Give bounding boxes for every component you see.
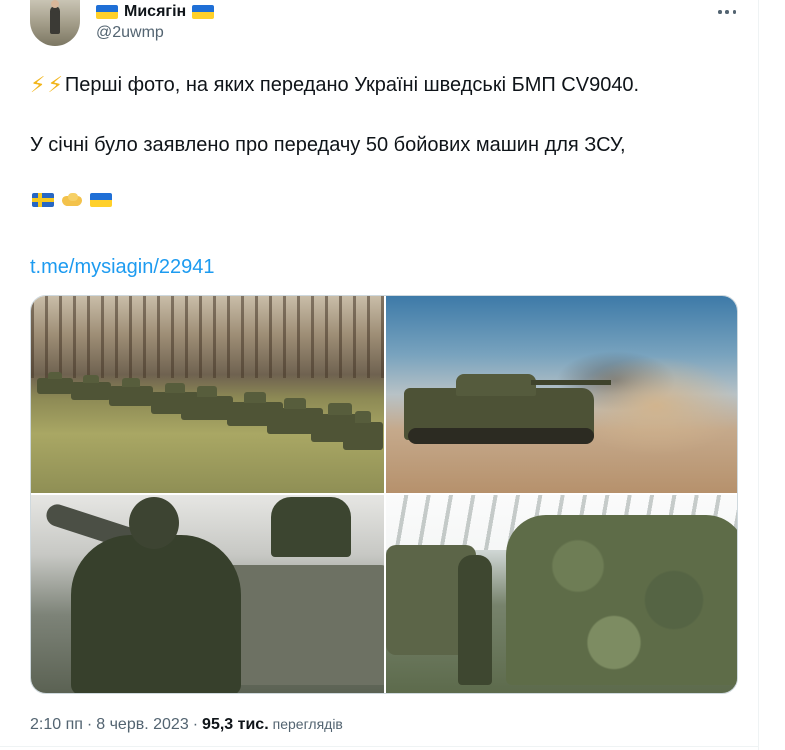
handshake-icon (60, 192, 84, 208)
vehicle-shape (37, 371, 73, 394)
author-handle[interactable]: @2uwmp (96, 24, 164, 42)
tweet-line-1-text: Перші фото, на яких передано Україні шве… (64, 74, 640, 96)
meta-separator: · (192, 716, 199, 733)
forest-background (31, 296, 384, 378)
media-grid (30, 295, 738, 694)
dust-cloud (571, 356, 737, 456)
column-divider (758, 0, 759, 750)
ukraine-flag-icon (192, 5, 215, 19)
tweet-date[interactable]: 8 черв. 2023 (96, 716, 188, 734)
tweet-meta: 2:10 пп · 8 черв. 2023 · 95,3 тис. перег… (30, 716, 343, 734)
lightning-icon: ⚡ (30, 72, 46, 97)
ukraine-flag-icon (96, 5, 118, 19)
vehicle-shape (109, 378, 153, 406)
vehicle-gun (531, 380, 611, 385)
soldier-figure (71, 535, 241, 693)
photo-soldier[interactable] (31, 495, 384, 693)
more-dot-icon (725, 10, 729, 14)
views-label[interactable]: переглядів (273, 716, 343, 732)
avatar-figure (50, 6, 60, 34)
camouflaged-vehicle (506, 515, 737, 685)
ukraine-flag-icon (90, 193, 112, 207)
vehicle-turret (456, 374, 536, 396)
avatar-head (51, 0, 59, 8)
sweden-flag-icon (32, 193, 54, 207)
soldier-head (129, 497, 179, 549)
vehicle-shape (71, 374, 111, 400)
photo-firing[interactable] (386, 296, 737, 493)
views-count[interactable]: 95,3 тис. (202, 716, 269, 734)
tweet-link[interactable]: t.me/mysiagin/22941 (30, 254, 215, 280)
emoji-row (32, 192, 112, 208)
soldier-figure (458, 555, 492, 685)
tweet-line-1: ⚡ ⚡ Перші фото, на яких передано Україні… (30, 72, 639, 98)
tweet-bottom-divider (0, 746, 758, 747)
more-dot-icon (718, 10, 722, 14)
vehicle-shape (181, 386, 233, 420)
avatar[interactable] (30, 0, 80, 46)
photo-convoy[interactable] (31, 296, 384, 493)
vehicle-shape (343, 410, 383, 450)
more-options-button[interactable] (714, 4, 740, 20)
more-dot-icon (732, 10, 736, 14)
lightning-icon: ⚡ (47, 72, 63, 97)
photo-hangar[interactable] (386, 495, 737, 693)
tweet-line-2: У січні було заявлено про передачу 50 бо… (30, 134, 626, 156)
author-name-row[interactable]: Мисягін (96, 2, 215, 22)
crew-member (271, 497, 351, 557)
meta-separator: · (86, 716, 93, 733)
vehicle-tracks (408, 428, 594, 444)
author-display-name[interactable]: Мисягін (124, 3, 186, 21)
tweet-time[interactable]: 2:10 пп (30, 716, 83, 734)
